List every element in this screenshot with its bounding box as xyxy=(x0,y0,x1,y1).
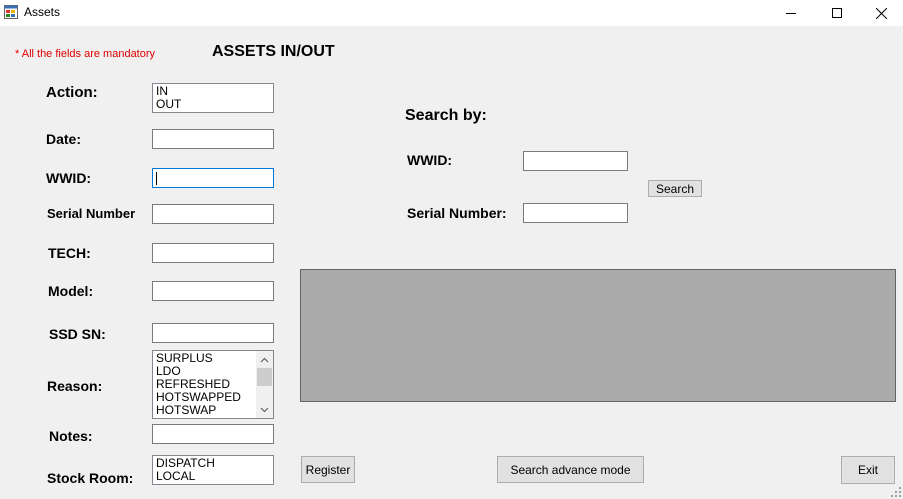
action-listbox[interactable]: IN OUT xyxy=(152,83,274,113)
tech-label: TECH: xyxy=(48,245,91,261)
stock-room-label: Stock Room: xyxy=(47,470,134,486)
reason-option[interactable]: HOTSWAP xyxy=(156,404,270,417)
search-button[interactable]: Search xyxy=(648,180,702,197)
model-label: Model: xyxy=(48,283,94,299)
close-button[interactable] xyxy=(858,0,903,26)
register-button[interactable]: Register xyxy=(301,456,355,483)
maximize-icon xyxy=(832,8,842,18)
search-wwid-field[interactable] xyxy=(523,151,628,171)
ssd-sn-label: SSD SN: xyxy=(49,326,106,342)
date-label: Date: xyxy=(46,131,82,147)
scroll-down-button[interactable] xyxy=(256,401,273,418)
chevron-up-icon xyxy=(260,357,269,362)
action-label: Action: xyxy=(46,84,98,101)
reason-scrollbar[interactable] xyxy=(256,351,273,418)
mandatory-note: * All the fields are mandatory xyxy=(15,48,156,60)
minimize-button[interactable] xyxy=(768,0,814,26)
model-field[interactable] xyxy=(152,281,274,301)
notes-label: Notes: xyxy=(49,428,93,444)
text-caret xyxy=(156,172,157,185)
ssd-sn-field[interactable] xyxy=(152,323,274,343)
reason-listbox[interactable]: SURPLUS LDO REFRESHED HOTSWAPPED HOTSWAP xyxy=(152,350,274,419)
wwid-label: WWID: xyxy=(46,170,92,186)
maximize-button[interactable] xyxy=(814,0,860,26)
form-heading: ASSETS IN/OUT xyxy=(212,43,335,60)
search-by-title: Search by: xyxy=(405,107,487,124)
app-window-icon xyxy=(4,5,18,19)
stock-room-listbox[interactable]: DISPATCH LOCAL xyxy=(152,455,274,485)
window-title: Assets xyxy=(24,5,61,19)
serial-number-field[interactable] xyxy=(152,204,274,224)
wwid-field[interactable] xyxy=(152,168,274,188)
notes-field[interactable] xyxy=(152,424,274,444)
resize-grip-icon[interactable] xyxy=(891,487,901,497)
stock-room-option-local[interactable]: LOCAL xyxy=(156,470,270,483)
search-serial-field[interactable] xyxy=(523,203,628,223)
date-field[interactable] xyxy=(152,129,274,149)
title-bar: Assets xyxy=(0,0,903,26)
minimize-icon xyxy=(786,13,796,14)
results-grid[interactable] xyxy=(300,269,896,402)
close-icon xyxy=(875,7,887,19)
tech-field[interactable] xyxy=(152,243,274,263)
search-serial-label: Serial Number: xyxy=(407,205,507,221)
search-wwid-label: WWID: xyxy=(407,152,453,168)
chevron-down-icon xyxy=(260,407,269,412)
scroll-thumb[interactable] xyxy=(257,368,272,386)
exit-button[interactable]: Exit xyxy=(841,456,895,484)
search-advance-mode-button[interactable]: Search advance mode xyxy=(497,456,644,483)
action-option-out[interactable]: OUT xyxy=(156,98,270,111)
serial-number-label: Serial Number xyxy=(47,206,136,221)
scroll-up-button[interactable] xyxy=(256,351,273,368)
reason-label: Reason: xyxy=(47,378,103,394)
